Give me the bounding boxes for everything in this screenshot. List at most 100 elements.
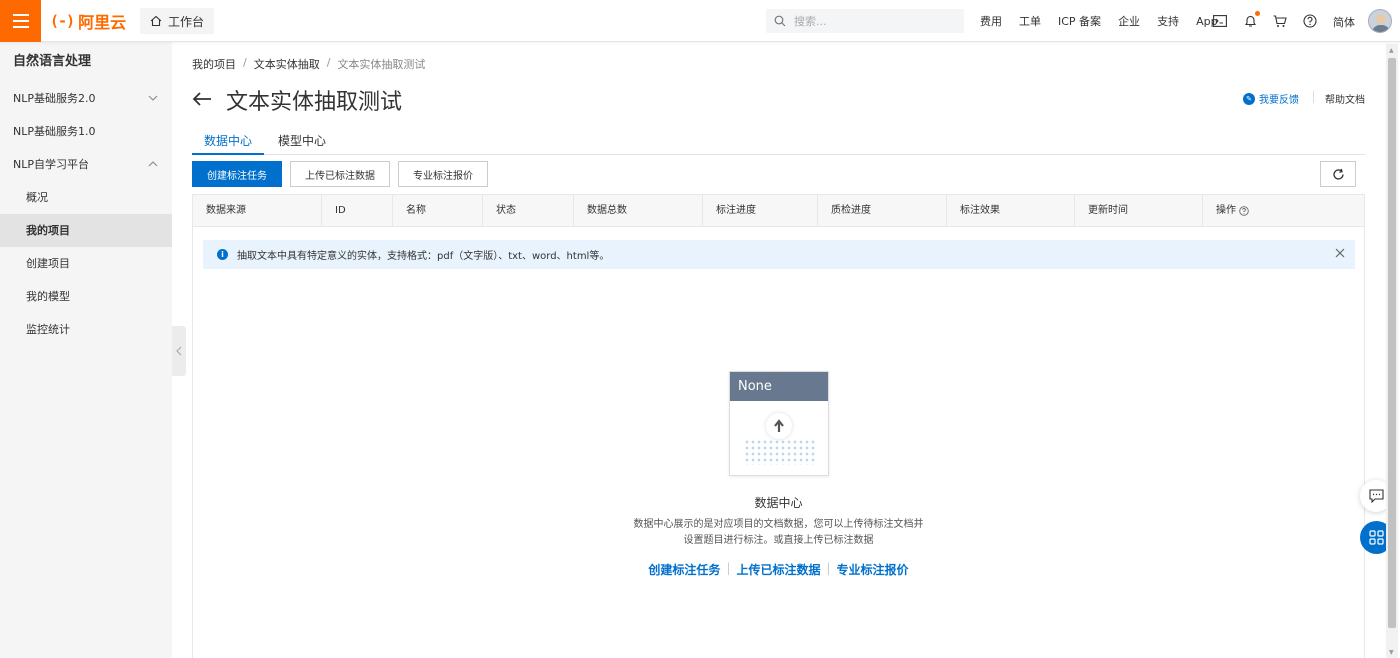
upload-arrow-icon bbox=[766, 413, 792, 439]
empty-link-upload[interactable]: 上传已标注数据 bbox=[730, 561, 826, 578]
page-header: 文本实体抽取测试 bbox=[192, 84, 402, 116]
top-link-enterprise[interactable]: 企业 bbox=[1118, 13, 1140, 29]
top-icons bbox=[1212, 0, 1318, 42]
refresh-button[interactable] bbox=[1320, 161, 1356, 187]
scrollbar[interactable]: ▲ ▼ bbox=[1386, 44, 1398, 658]
refresh-icon bbox=[1332, 168, 1344, 180]
column-updated: 更新时间 bbox=[1075, 195, 1203, 227]
sidebar-item-nlp-basic-2[interactable]: NLP基础服务2.0 bbox=[0, 82, 172, 115]
top-bar: (-) 阿里云 工作台 搜索... 费用 工单 ICP 备案 企业 支持 App… bbox=[0, 0, 1400, 42]
back-arrow-icon[interactable] bbox=[192, 88, 212, 113]
scrollbar-thumb[interactable] bbox=[1388, 58, 1396, 628]
bell-icon[interactable] bbox=[1242, 11, 1260, 29]
help-docs-link[interactable]: 帮助文档 bbox=[1325, 91, 1365, 106]
empty-link-quote[interactable]: 专业标注报价 bbox=[831, 561, 915, 578]
sidebar-item-label: NLP基础服务1.0 bbox=[13, 125, 96, 138]
tab-data-center[interactable]: 数据中心 bbox=[204, 132, 252, 149]
empty-title: 数据中心 bbox=[754, 496, 803, 510]
top-links: 费用 工单 ICP 备案 企业 支持 App bbox=[980, 0, 1235, 42]
info-alert: i 抽取文本中具有特定意义的实体，支持格式：pdf（文字版）、txt、word、… bbox=[203, 240, 1355, 269]
logo-mark: (-) bbox=[50, 12, 75, 30]
logo-text: 阿里云 bbox=[78, 13, 127, 32]
create-task-button[interactable]: 创建标注任务 bbox=[192, 161, 282, 187]
feedback-link[interactable]: ✎ 我要反馈 bbox=[1243, 91, 1299, 106]
scroll-down-icon[interactable]: ▼ bbox=[1389, 649, 1394, 656]
home-icon bbox=[150, 15, 162, 27]
feedback-label: 我要反馈 bbox=[1259, 95, 1299, 106]
column-id: ID bbox=[322, 195, 393, 227]
sidebar-item-label: NLP基础服务2.0 bbox=[13, 92, 96, 105]
sidebar-sub-create-project[interactable]: 创建项目 bbox=[0, 247, 172, 280]
sidebar-sub-overview[interactable]: 概况 bbox=[0, 181, 172, 214]
top-link-icp[interactable]: ICP 备案 bbox=[1058, 13, 1101, 29]
search-placeholder: 搜索... bbox=[794, 15, 827, 28]
terminal-icon[interactable] bbox=[1212, 13, 1228, 29]
sidebar-title: 自然语言处理 bbox=[13, 54, 92, 69]
top-link-fees[interactable]: 费用 bbox=[980, 13, 1002, 29]
breadcrumb: 我的项目 / 文本实体抽取 / 文本实体抽取测试 bbox=[192, 56, 425, 72]
upload-labeled-button[interactable]: 上传已标注数据 bbox=[290, 161, 390, 187]
chevron-down-icon bbox=[148, 82, 158, 115]
search-input[interactable]: 搜索... bbox=[766, 9, 964, 33]
sidebar-item-nlp-self-learning[interactable]: NLP自学习平台 bbox=[0, 148, 172, 181]
column-status: 状态 bbox=[483, 195, 574, 227]
breadcrumb-separator: / bbox=[243, 56, 247, 69]
toolbar: 创建标注任务 上传已标注数据 专业标注报价 bbox=[192, 161, 488, 187]
hamburger-icon bbox=[12, 14, 29, 16]
feedback-icon: ✎ bbox=[1243, 92, 1255, 105]
aliyun-logo[interactable]: (-) 阿里云 bbox=[50, 10, 126, 32]
breadcrumb-current: 文本实体抽取测试 bbox=[337, 58, 426, 71]
top-link-support[interactable]: 支持 bbox=[1157, 13, 1179, 29]
chevron-left-icon bbox=[176, 346, 182, 356]
breadcrumb-entity-extraction[interactable]: 文本实体抽取 bbox=[254, 56, 320, 72]
notification-dot bbox=[1255, 11, 1260, 16]
sidebar-item-nlp-basic-1[interactable]: NLP基础服务1.0 bbox=[0, 115, 172, 148]
top-link-tickets[interactable]: 工单 bbox=[1019, 13, 1041, 29]
apps-grid-icon bbox=[1369, 530, 1384, 545]
empty-description: 数据中心展示的是对应项目的文档数据，您可以上传待标注文档并 设置题目进行标注。或… bbox=[193, 517, 1364, 549]
sidebar: 自然语言处理 NLP基础服务2.0 NLP基础服务1.0 NLP自学习平台 概况… bbox=[0, 42, 172, 658]
column-label-effect: 标注效果 bbox=[947, 195, 1075, 227]
breadcrumb-my-projects[interactable]: 我的项目 bbox=[192, 56, 236, 72]
close-icon[interactable] bbox=[1335, 246, 1345, 262]
sidebar-collapse-button[interactable] bbox=[172, 326, 186, 376]
dots-pattern bbox=[744, 439, 816, 465]
search-icon bbox=[774, 15, 786, 27]
empty-link-create-task[interactable]: 创建标注任务 bbox=[642, 561, 726, 578]
cart-icon[interactable] bbox=[1272, 13, 1288, 29]
column-actions-label: 操作 bbox=[1216, 205, 1236, 216]
chat-icon bbox=[1368, 489, 1384, 503]
illustration-header: None bbox=[730, 372, 828, 401]
help-icon[interactable] bbox=[1302, 13, 1318, 29]
sidebar-sub-monitoring[interactable]: 监控统计 bbox=[0, 313, 172, 346]
breadcrumb-separator: / bbox=[326, 56, 331, 69]
user-avatar[interactable] bbox=[1368, 9, 1392, 33]
page-title: 文本实体抽取测试 bbox=[226, 90, 403, 115]
chevron-up-icon bbox=[148, 148, 158, 181]
quote-button[interactable]: 专业标注报价 bbox=[398, 161, 488, 187]
scroll-up-icon[interactable]: ▲ bbox=[1389, 47, 1394, 54]
help-icon[interactable] bbox=[1239, 206, 1249, 216]
empty-illustration: None bbox=[729, 371, 829, 476]
header-divider bbox=[1313, 91, 1314, 103]
tab-active-indicator bbox=[192, 153, 264, 155]
empty-links: 创建标注任务 | 上传已标注数据 | 专业标注报价 bbox=[193, 561, 1364, 578]
column-total: 数据总数 bbox=[574, 195, 703, 227]
column-actions: 操作 bbox=[1203, 195, 1364, 227]
tab-model-center[interactable]: 模型中心 bbox=[278, 132, 326, 149]
column-name: 名称 bbox=[393, 195, 483, 227]
table-header: 数据来源 ID 名称 状态 数据总数 标注进度 质检进度 标注效果 更新时间 操… bbox=[193, 195, 1364, 227]
column-source: 数据来源 bbox=[193, 195, 322, 227]
empty-desc-line1: 数据中心展示的是对应项目的文档数据，您可以上传待标注文档并 bbox=[633, 519, 924, 530]
sidebar-sub-my-models[interactable]: 我的模型 bbox=[0, 280, 172, 313]
sidebar-item-label: NLP自学习平台 bbox=[13, 158, 89, 171]
column-label-progress: 标注进度 bbox=[703, 195, 818, 227]
sidebar-sub-my-projects[interactable]: 我的项目 bbox=[0, 214, 172, 247]
tabs: 数据中心 模型中心 bbox=[192, 126, 1365, 155]
menu-button[interactable] bbox=[0, 0, 41, 42]
empty-desc-line2: 设置题目进行标注。或直接上传已标注数据 bbox=[683, 535, 874, 546]
workbench-button[interactable]: 工作台 bbox=[140, 8, 215, 34]
workbench-label: 工作台 bbox=[168, 14, 205, 29]
language-switch[interactable]: 简体 bbox=[1333, 14, 1355, 30]
info-icon: i bbox=[217, 249, 228, 260]
